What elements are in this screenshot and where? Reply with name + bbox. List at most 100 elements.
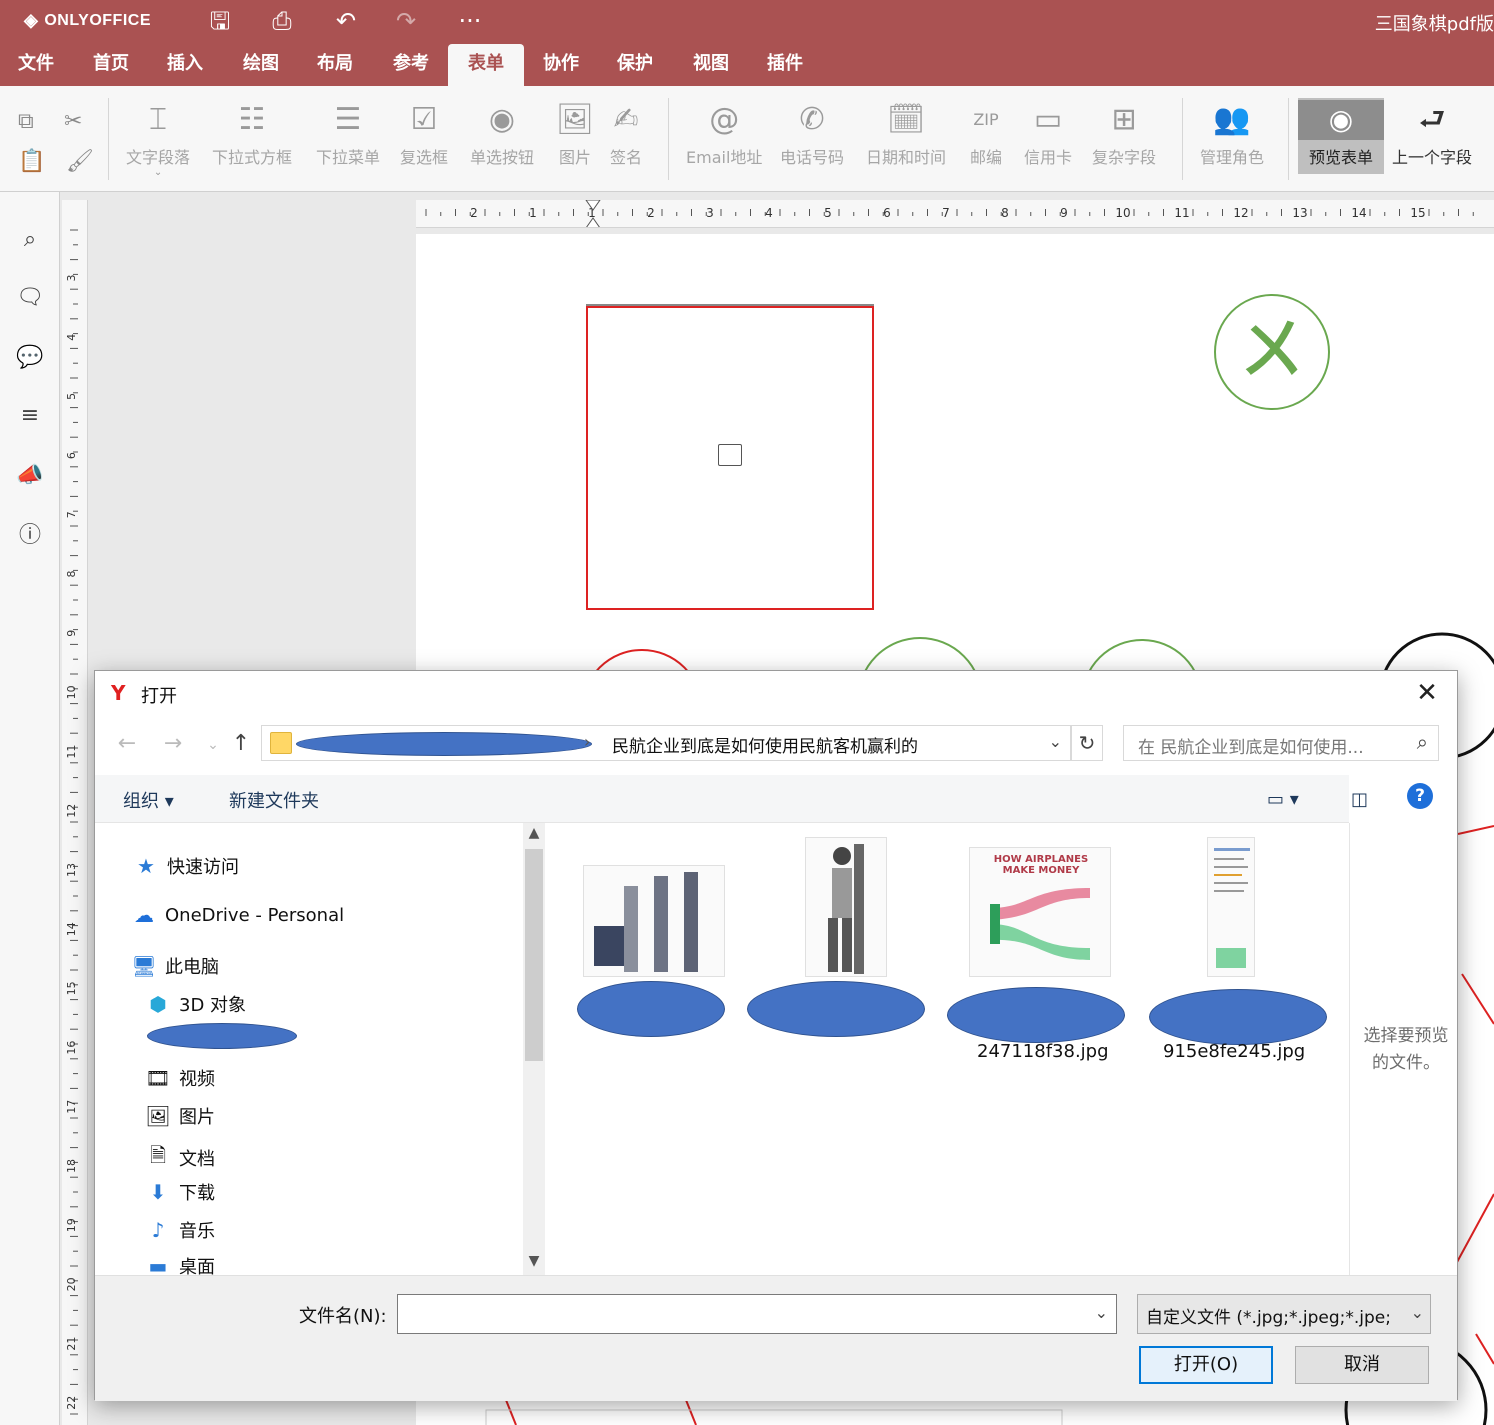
search-icon[interactable]: ⌕	[14, 224, 46, 256]
complex-field-button[interactable]: ⊞ 复杂字段	[1092, 100, 1156, 168]
command-bar: 组织 ▾ 新建文件夹 ▭ ▾ ◫	[95, 775, 1368, 823]
radio-button-button[interactable]: ◉ 单选按钮	[470, 100, 534, 168]
vertical-ruler-ticks: 3 4 5 6 7 8 9 10 11 12 13 14 15 16 17 18 19 20 21 22	[65, 229, 78, 1415]
scroll-down-icon[interactable]: ▼	[523, 1253, 545, 1269]
checkbox-button[interactable]: ☑ 复选框	[400, 100, 448, 168]
search-box[interactable]: 在 民航企业到底是如何使用... ⌕	[1123, 725, 1439, 761]
preview-pane-icon[interactable]: ◫	[1351, 789, 1368, 810]
info-icon[interactable]: ⓘ	[14, 520, 46, 552]
tab-references[interactable]: 参考	[382, 44, 440, 86]
file-thumbnail[interactable]	[1207, 837, 1255, 977]
vertical-ruler[interactable]: 3 4 5 6 7 8 9 10 11 12 13 14 15 16 17 18 19 20 21 22	[62, 200, 88, 1425]
dialog-title-bar: Y 打开 ✕	[95, 671, 1457, 717]
open-button[interactable]: 打开(O)	[1139, 1346, 1273, 1384]
format-painter-icon[interactable]: 🖌	[66, 142, 94, 182]
file-name[interactable]: 247118f38.jpg	[977, 1041, 1109, 1062]
refresh-button[interactable]: ↻	[1071, 725, 1103, 761]
print-icon[interactable]: ⎙	[264, 6, 300, 36]
new-folder-button[interactable]: 新建文件夹	[229, 787, 319, 813]
nav-music[interactable]: ♪ 音乐	[145, 1217, 215, 1243]
music-note-icon: ♪	[151, 1218, 165, 1242]
nav-3d-objects[interactable]: ⬢ 3D 对象	[145, 991, 246, 1017]
cut-icon[interactable]: ✂	[64, 102, 82, 142]
file-thumbnail[interactable]	[805, 837, 887, 977]
nav-this-pc[interactable]: 🖥 此电脑	[131, 953, 219, 979]
tab-collaboration[interactable]: 协作	[532, 44, 590, 86]
file-thumbnail[interactable]: HOW AIRPLANES MAKE MONEY	[969, 847, 1111, 977]
nav-videos[interactable]: 🎞 视频	[145, 1065, 215, 1091]
forward-arrow-icon[interactable]: →	[159, 731, 187, 756]
nav-onedrive[interactable]: ☁ OneDrive - Personal	[131, 903, 344, 927]
tab-plugins[interactable]: 插件	[756, 44, 814, 86]
feedback-icon[interactable]: 📣	[14, 460, 46, 492]
nav-quick-access[interactable]: ★ 快速访问	[133, 853, 239, 879]
address-bar[interactable]: › 民航企业到底是如何使用民航客机赢利的 ⌄	[261, 725, 1071, 761]
airplane-seats-image	[594, 872, 698, 972]
save-icon[interactable]: 🖫	[202, 6, 238, 36]
tab-draw[interactable]: 绘图	[232, 44, 290, 86]
nav-pictures[interactable]: 🖼 图片	[145, 1103, 215, 1129]
tab-layout[interactable]: 布局	[306, 44, 364, 86]
previous-field-button[interactable]: ⮐ 上一个字段	[1392, 100, 1472, 168]
view-options-icon[interactable]: ▭ ▾	[1267, 789, 1299, 810]
tab-home[interactable]: 首页	[82, 44, 140, 86]
dialog-title: 打开	[141, 686, 177, 707]
tab-protection[interactable]: 保护	[606, 44, 664, 86]
redacted-nav-item[interactable]	[147, 1023, 297, 1049]
phone-button[interactable]: ✆ 电话号码	[780, 100, 844, 168]
tab-forms[interactable]: 表单	[448, 44, 524, 86]
chevron-down-icon[interactable]: ⌄	[1095, 1303, 1108, 1322]
nav-scrollbar[interactable]: ▲ ▼	[523, 823, 545, 1275]
ruler-label: 11	[65, 745, 78, 759]
copy-icon[interactable]: ⧉	[18, 102, 34, 142]
dropdown-button[interactable]: ☰ 下拉菜单	[316, 100, 380, 168]
redo-icon[interactable]: ↷	[388, 6, 424, 36]
search-input[interactable]: 在 民航企业到底是如何使用...	[1138, 733, 1392, 758]
chevron-down-icon[interactable]: ⌄	[1049, 732, 1062, 751]
up-arrow-icon[interactable]: ↑	[227, 731, 255, 756]
tab-insert[interactable]: 插入	[156, 44, 214, 86]
horizontal-ruler[interactable]: 2 1 1 2 3 4 5 6 7 8 9 10 11 12 13 14 15	[416, 200, 1494, 228]
nav-documents[interactable]: 🗎 文档	[145, 1141, 215, 1175]
comments-icon[interactable]: 🗨	[14, 282, 46, 314]
scroll-up-icon[interactable]: ▲	[523, 825, 545, 841]
more-icon[interactable]: ···	[452, 6, 488, 36]
chat-icon[interactable]: 💬	[14, 342, 46, 374]
scroll-thumb[interactable]	[525, 849, 543, 1061]
ruler-label: 8	[1001, 206, 1009, 220]
undo-icon[interactable]: ↶	[328, 6, 364, 36]
close-button[interactable]: ✕	[1411, 677, 1443, 709]
email-button[interactable]: @ Email地址	[686, 100, 762, 168]
app-y-icon: Y	[111, 681, 126, 705]
text-field-button[interactable]: ⌶ 文字段落 ⌄	[126, 100, 190, 178]
combo-box-button[interactable]: ☷ 下拉式方框	[212, 100, 292, 168]
cancel-button[interactable]: 取消	[1295, 1346, 1429, 1384]
tab-file[interactable]: 文件	[8, 44, 64, 86]
credit-card-button[interactable]: ▭ 信用卡	[1024, 100, 1072, 168]
manage-roles-button[interactable]: 👥 管理角色	[1200, 100, 1264, 168]
recent-locations-chevron-icon[interactable]: ⌄	[199, 737, 227, 753]
redacted-path-segment	[296, 732, 592, 756]
file-name[interactable]: 915e8fe245.jpg	[1163, 1041, 1305, 1062]
back-arrow-icon[interactable]: ←	[113, 731, 141, 756]
paste-icon[interactable]: 📋	[18, 142, 45, 182]
organize-button[interactable]: 组织 ▾	[123, 787, 174, 813]
dropdown-icon: ☰	[334, 102, 362, 137]
navigation-icon[interactable]: ≡	[14, 400, 46, 432]
image-field-button[interactable]: 🖼 图片	[556, 100, 594, 168]
ruler-label: 9	[65, 630, 78, 637]
ruler-label: 16	[65, 1041, 78, 1055]
help-icon[interactable]: ?	[1407, 783, 1433, 809]
file-type-filter[interactable]: 自定义文件 (*.jpg;*.jpeg;*.jpe; ⌄	[1137, 1294, 1431, 1334]
file-thumbnail[interactable]	[583, 865, 725, 977]
preview-form-button[interactable]: ◉ 预览表单	[1298, 98, 1384, 174]
ruler-label: 18	[65, 1159, 78, 1173]
tab-view[interactable]: 视图	[682, 44, 740, 86]
nav-downloads[interactable]: ⬇ 下载	[145, 1179, 215, 1205]
zip-button[interactable]: ZIP 邮编	[970, 100, 1002, 168]
filename-input[interactable]: ⌄	[397, 1294, 1117, 1334]
signature-button[interactable]: ✍ 签名	[610, 100, 642, 168]
folder-icon	[270, 732, 292, 754]
datetime-button[interactable]: 🗓 日期和时间	[866, 100, 946, 168]
current-folder[interactable]: 民航企业到底是如何使用民航客机赢利的	[612, 732, 918, 757]
